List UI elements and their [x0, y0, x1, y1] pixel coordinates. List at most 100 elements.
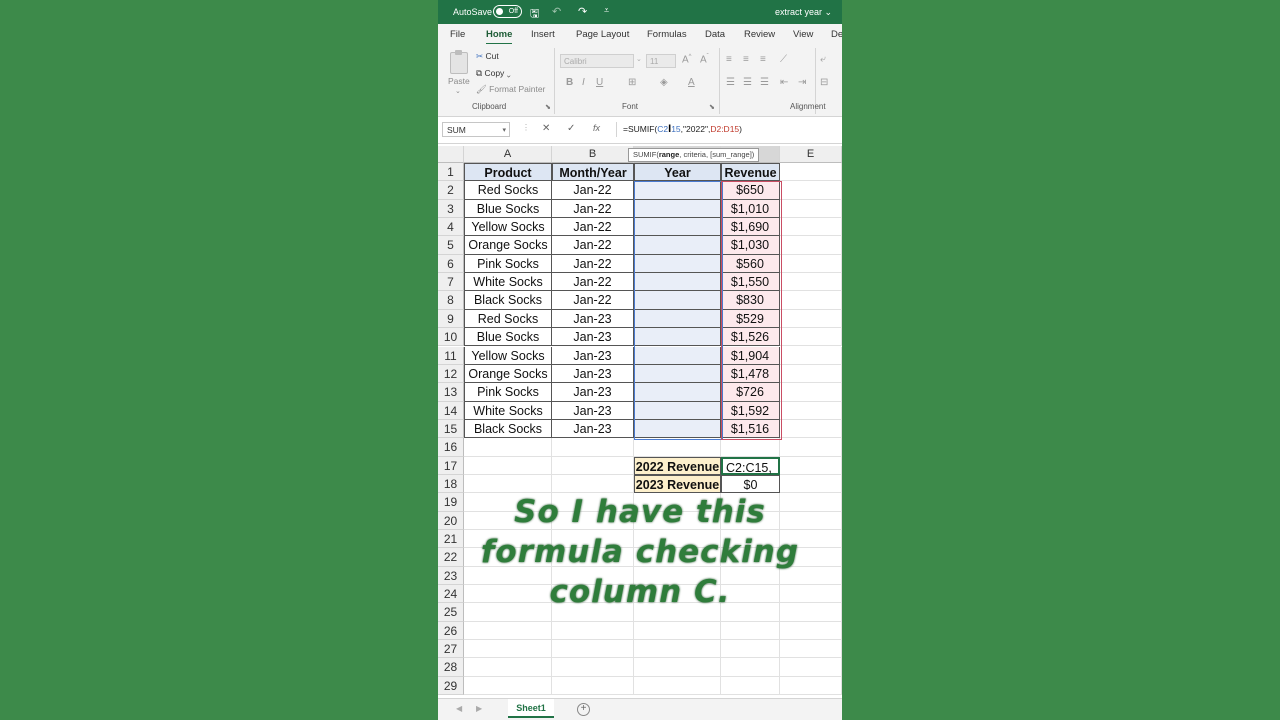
cell[interactable] [634, 621, 721, 641]
cell[interactable] [721, 621, 780, 641]
cut-button[interactable]: ✂ Cut [476, 51, 499, 62]
table-cell[interactable]: $1,526 [721, 328, 780, 347]
table-cell[interactable]: $1,478 [721, 364, 780, 384]
redo-icon[interactable]: ↷ [578, 5, 587, 18]
orientation-icon[interactable]: ⟋ [780, 54, 787, 65]
font-name-box[interactable]: Calibri [560, 54, 634, 68]
table-cell[interactable]: Jan-23 [552, 328, 634, 347]
cell[interactable] [780, 438, 842, 457]
row-header[interactable]: 6 [438, 254, 464, 274]
customize-qat-icon[interactable]: ⩡ [604, 5, 609, 16]
cell[interactable] [780, 658, 842, 677]
table-cell[interactable]: Jan-22 [552, 291, 634, 310]
format-painter-button[interactable]: 🖌 Format Painter [476, 84, 545, 95]
cell[interactable] [721, 640, 780, 659]
cell[interactable] [780, 383, 842, 402]
cell[interactable] [552, 676, 634, 696]
table-cell[interactable] [634, 181, 721, 200]
row-header[interactable]: 8 [438, 291, 464, 310]
cell[interactable] [780, 419, 842, 439]
table-cell[interactable]: Jan-23 [552, 383, 634, 402]
wrap-text-icon[interactable]: ⤶ [820, 54, 826, 65]
name-box-dropdown-icon[interactable]: ▾ [502, 123, 506, 138]
fill-color-icon[interactable]: ◈ [660, 77, 668, 88]
table-cell[interactable] [634, 218, 721, 237]
table-cell[interactable]: $1,516 [721, 419, 780, 439]
cell[interactable] [780, 364, 842, 384]
align-middle-icon[interactable]: ≡ [743, 54, 749, 65]
cell[interactable] [721, 658, 780, 677]
row-header[interactable]: 27 [438, 640, 464, 659]
row-header[interactable]: 2 [438, 181, 464, 200]
prev-sheet-icon[interactable]: ◀ [456, 704, 462, 713]
cell[interactable] [780, 254, 842, 274]
cell[interactable] [721, 438, 780, 457]
table-cell[interactable]: Jan-22 [552, 199, 634, 219]
row-header[interactable]: 16 [438, 438, 464, 457]
decrease-indent-icon[interactable]: ⇤ [780, 77, 788, 88]
row-header[interactable]: 10 [438, 328, 464, 347]
row-header[interactable]: 13 [438, 383, 464, 402]
tab-file[interactable]: File [450, 29, 465, 40]
row-header[interactable]: 15 [438, 419, 464, 439]
cell[interactable] [552, 621, 634, 641]
table-cell[interactable] [634, 328, 721, 347]
align-right-icon[interactable]: ☰ [760, 77, 769, 88]
tooltip-rest-args[interactable]: , criteria, [sum_range]) [679, 150, 754, 159]
tab-home[interactable]: Home [486, 29, 513, 45]
table-cell[interactable]: $1,550 [721, 273, 780, 292]
cell[interactable] [780, 291, 842, 310]
add-sheet-icon[interactable]: + [577, 703, 590, 716]
column-header-b[interactable]: B [552, 146, 634, 163]
font-launcher-icon[interactable]: ⬊ [709, 103, 715, 111]
table-cell[interactable]: Pink Socks [464, 383, 552, 402]
cell[interactable] [634, 676, 721, 696]
paste-label[interactable]: Paste [448, 76, 470, 86]
align-left-icon[interactable]: ☰ [726, 77, 735, 88]
table-cell[interactable]: $529 [721, 309, 780, 329]
cell[interactable] [780, 640, 842, 659]
increase-font-icon[interactable]: A^ [682, 54, 692, 65]
formula-input[interactable]: =SUMIF(C2I15,"2022",D2:D15) [616, 122, 842, 137]
cell[interactable] [780, 236, 842, 255]
cell[interactable] [780, 273, 842, 292]
table-cell[interactable]: Blue Socks [464, 328, 552, 347]
row-header[interactable]: 9 [438, 309, 464, 329]
table-cell[interactable] [634, 236, 721, 255]
cell[interactable] [464, 474, 552, 494]
table-cell[interactable] [634, 254, 721, 274]
table-cell[interactable]: $1,030 [721, 236, 780, 255]
table-cell[interactable]: Jan-22 [552, 218, 634, 237]
cell[interactable] [634, 640, 721, 659]
table-cell[interactable]: Jan-22 [552, 273, 634, 292]
cell[interactable] [780, 621, 842, 641]
row-header[interactable]: 18 [438, 474, 464, 494]
cell[interactable] [634, 438, 721, 457]
table-cell[interactable] [634, 364, 721, 384]
table-cell[interactable] [634, 309, 721, 329]
table-cell[interactable]: Red Socks [464, 309, 552, 329]
row-header[interactable]: 26 [438, 621, 464, 641]
table-cell[interactable]: $560 [721, 254, 780, 274]
row-header[interactable]: 14 [438, 401, 464, 420]
table-cell[interactable]: $1,010 [721, 199, 780, 219]
tooltip-func[interactable]: SUMIF( [633, 150, 659, 159]
cell[interactable] [780, 401, 842, 420]
table-cell[interactable]: Black Socks [464, 291, 552, 310]
tab-page-layout[interactable]: Page Layout [576, 29, 629, 40]
table-cell[interactable]: Jan-23 [552, 346, 634, 365]
file-name[interactable]: extract year ⌄ [775, 7, 832, 18]
table-cell[interactable]: $1,904 [721, 346, 780, 365]
table-cell[interactable]: Jan-23 [552, 419, 634, 439]
table-cell[interactable] [634, 273, 721, 292]
row-header[interactable]: 11 [438, 346, 464, 365]
row-header[interactable]: 5 [438, 236, 464, 255]
cell[interactable] [780, 456, 842, 475]
row-header[interactable]: 7 [438, 273, 464, 292]
table-cell[interactable]: Jan-23 [552, 401, 634, 420]
table-cell[interactable]: $726 [721, 383, 780, 402]
table-cell[interactable] [634, 346, 721, 365]
font-size-box[interactable]: 11 [646, 54, 676, 68]
save-icon[interactable]: 🖫 [530, 5, 539, 24]
undo-icon[interactable]: ↶ [552, 5, 561, 18]
